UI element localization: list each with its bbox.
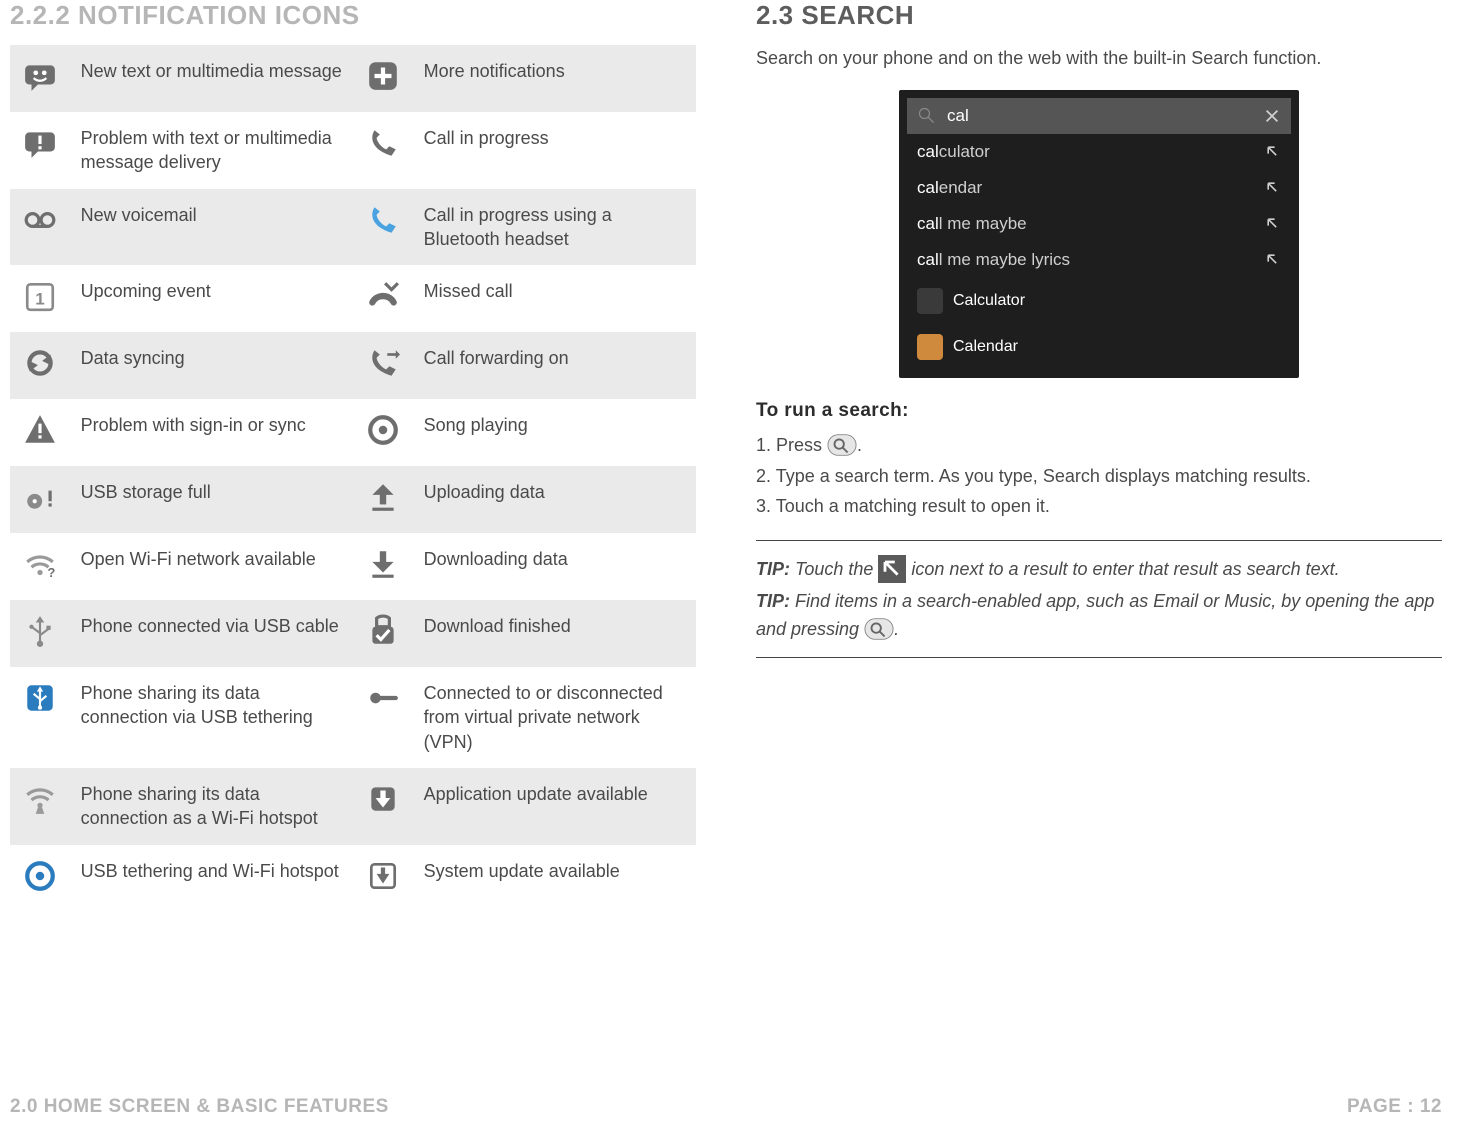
notification-icons-section: 2.2.2 NOTIFICATION ICONS New text or mul… [10,0,696,1100]
table-row: Phone sharing its data connection as a W… [10,768,696,845]
insert-query-arrow-icon [1265,180,1281,196]
tip-2: TIP: Find items in a search-enabled app,… [756,588,1442,644]
table-row: Problem with text or multimedia message … [10,112,696,189]
wifi-hotspot-icon [23,782,57,816]
icon-label: Downloading data [414,533,696,600]
song-playing-icon [366,413,400,447]
step-3: 3. Touch a matching result to open it. [756,491,1442,522]
icon-label: Connected to or disconnected from virtua… [414,667,696,768]
bluetooth-call-icon [366,203,400,237]
table-row: Phone connected via USB cable Download fi… [10,600,696,667]
icon-label: More notifications [414,45,696,112]
icon-label: Download finished [414,600,696,667]
table-row: Phone sharing its data connection via US… [10,667,696,768]
table-row: Upcoming event Missed call [10,265,696,332]
usb-tethering-icon [23,681,57,715]
search-suggestion-row: calculator [907,134,1291,170]
uploading-data-icon [366,480,400,514]
download-finished-icon [366,614,400,648]
insert-query-arrow-icon [1265,144,1281,160]
new-message-icon [23,59,57,93]
icon-label: Data syncing [71,332,353,399]
tether-and-hotspot-icon [23,859,57,893]
missed-call-icon [366,279,400,313]
search-button-icon [864,617,894,641]
table-row: New voicemail Call in progress using a Bl… [10,189,696,266]
icon-label: Problem with text or multimedia message … [71,112,353,189]
subheading: To run a search: [756,400,1442,422]
calendar-app-icon [917,334,943,360]
icon-label: Uploading data [414,466,696,533]
table-row: Open Wi-Fi network available Downloading … [10,533,696,600]
search-suggestion-row: call me maybe [907,206,1291,242]
icon-label: Call in progress [414,112,696,189]
insert-query-arrow-icon [1265,216,1281,232]
search-suggestion-row: calendar [907,170,1291,206]
voicemail-icon [23,203,57,237]
page-footer: 2.0 HOME SCREEN & BASIC FEATURES PAGE : … [10,1096,1442,1118]
icon-label: System update available [414,845,696,912]
table-row: USB tethering and Wi-Fi hotspot System up… [10,845,696,912]
search-steps: 1. Press . 2. Type a search term. As you… [756,430,1442,522]
section-heading-left: 2.2.2 NOTIFICATION ICONS [10,0,696,31]
downloading-data-icon [366,547,400,581]
tips-block: TIP: Touch the icon next to a result to … [756,540,1442,659]
icon-label: Upcoming event [71,265,353,332]
search-suggestion-row: call me maybe lyrics [907,242,1291,278]
footer-left: 2.0 HOME SCREEN & BASIC FEATURES [10,1096,389,1118]
tip-1: TIP: Touch the icon next to a result to … [756,555,1442,584]
search-icon [917,106,937,126]
search-input-row: cal [907,98,1291,134]
icon-label: Open Wi-Fi network available [71,533,353,600]
icon-label: Phone sharing its data connection as a W… [71,768,353,845]
clear-icon [1263,107,1281,125]
table-row: New text or multimedia message More notif… [10,45,696,112]
icon-label: Phone connected via USB cable [71,600,353,667]
icon-label: Application update available [414,768,696,845]
table-row: Problem with sign-in or sync Song playing [10,399,696,466]
calculator-app-icon [917,288,943,314]
icon-label: USB storage full [71,466,353,533]
usb-storage-full-icon [23,480,57,514]
call-forwarding-icon [366,346,400,380]
icon-label: Call in progress using a Bluetooth heads… [414,189,696,266]
search-app-result-row: Calendar [907,324,1291,370]
app-update-icon [366,782,400,816]
call-in-progress-icon [366,126,400,160]
section-heading-right: 2.3 SEARCH [756,0,1442,31]
data-syncing-icon [23,346,57,380]
system-update-icon [366,859,400,893]
vpn-icon [366,681,400,715]
icon-label: New text or multimedia message [71,45,353,112]
icon-label: Phone sharing its data connection via US… [71,667,353,768]
icon-label: New voicemail [71,189,353,266]
search-section: 2.3 SEARCH Search on your phone and on t… [756,0,1442,1100]
more-notifications-icon [366,59,400,93]
search-screenshot: cal calculator calendar call me maybe ca… [899,90,1299,378]
table-row: USB storage full Uploading data [10,466,696,533]
insert-query-arrow-icon [878,555,906,583]
usb-connected-icon [23,614,57,648]
step-1: 1. Press . [756,430,1442,461]
icon-label: USB tethering and Wi-Fi hotspot [71,845,353,912]
upcoming-event-icon [23,279,57,313]
search-intro-text: Search on your phone and on the web with… [756,45,1442,72]
icon-label: Missed call [414,265,696,332]
insert-query-arrow-icon [1265,252,1281,268]
icon-label: Problem with sign-in or sync [71,399,353,466]
notification-icons-table: New text or multimedia message More notif… [10,45,696,912]
search-button-icon [827,433,857,457]
search-app-result-row: Calculator [907,278,1291,324]
icon-label: Song playing [414,399,696,466]
message-problem-icon [23,126,57,160]
table-row: Data syncing Call forwarding on [10,332,696,399]
footer-right: PAGE : 12 [1347,1096,1442,1118]
icon-label: Call forwarding on [414,332,696,399]
sign-in-problem-icon [23,413,57,447]
search-query-text: cal [947,106,969,126]
step-2: 2. Type a search term. As you type, Sear… [756,461,1442,492]
open-wifi-icon [23,547,57,581]
